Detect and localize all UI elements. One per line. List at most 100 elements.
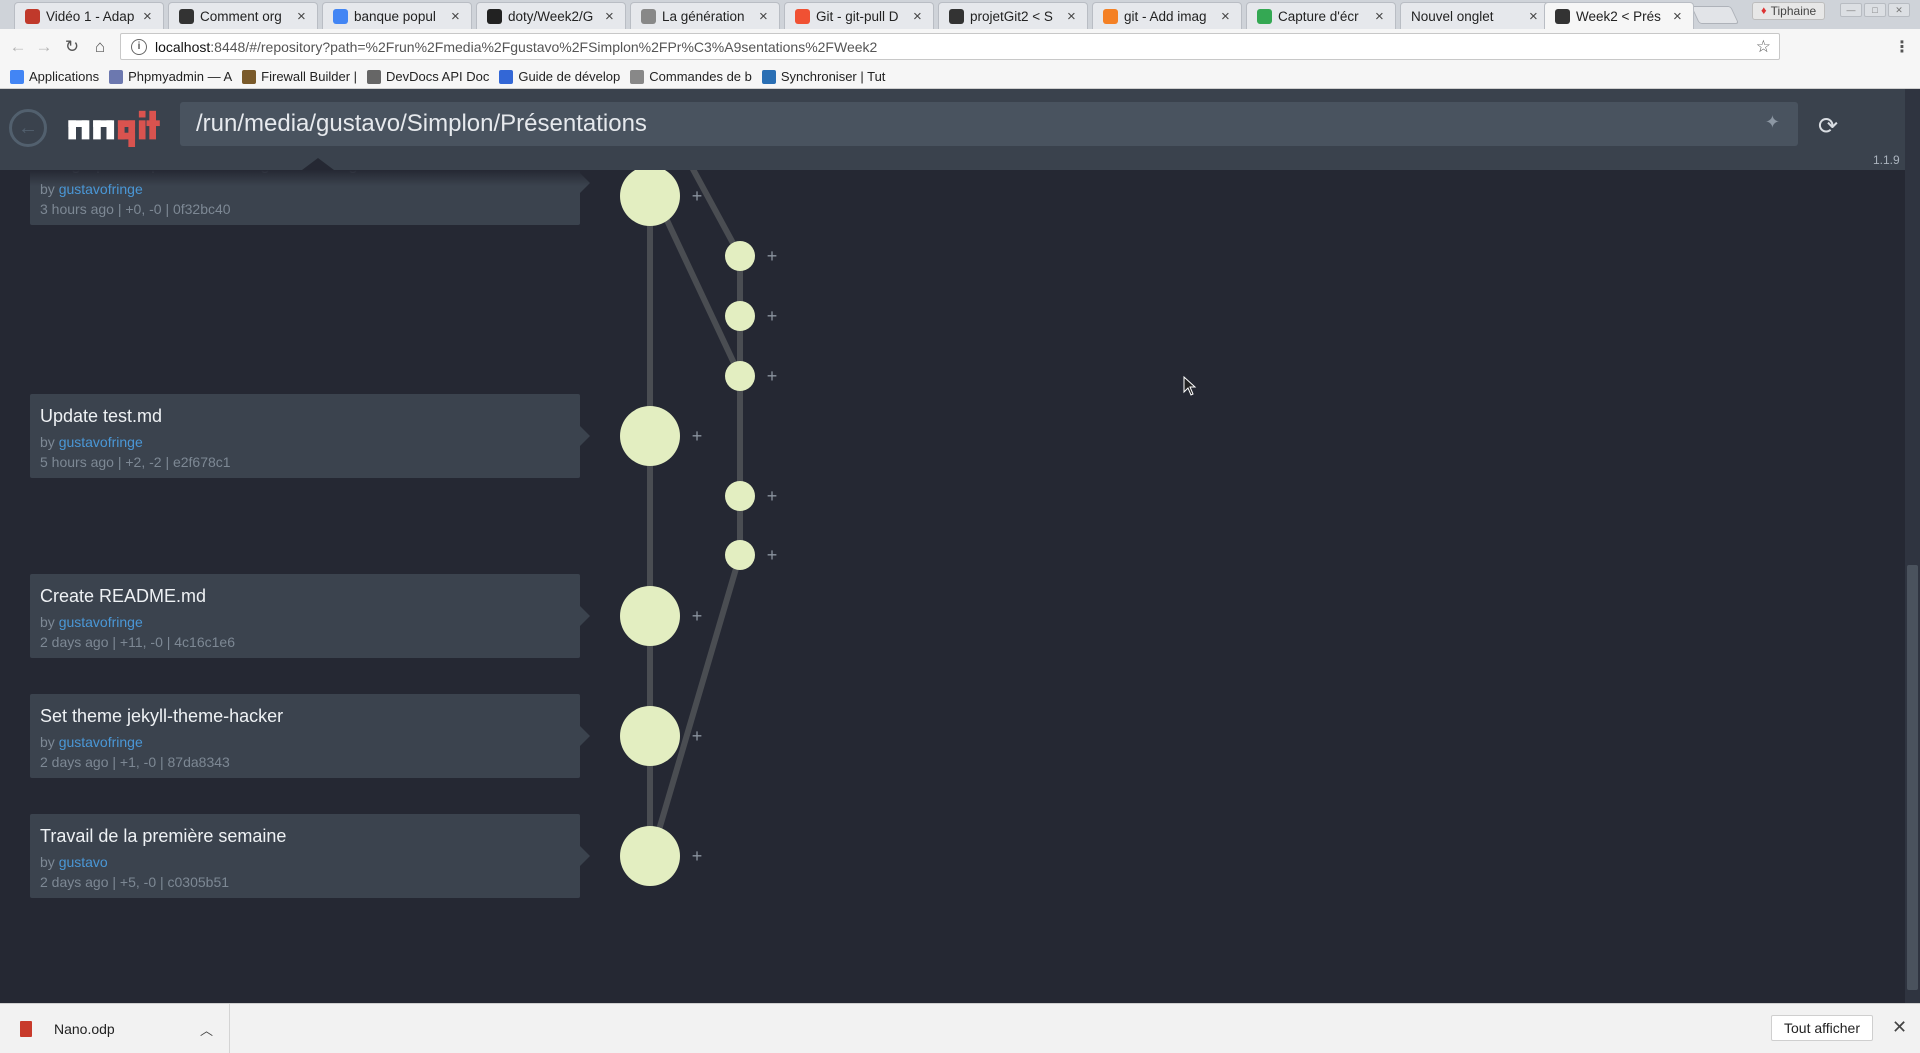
bookmark-item[interactable]: Firewall Builder | xyxy=(242,69,357,84)
tab-close-icon[interactable]: × xyxy=(1375,9,1387,24)
bookmark-icon xyxy=(367,69,382,84)
refresh-button[interactable]: ⟳ xyxy=(1812,110,1844,142)
bookmark-item[interactable]: Commandes de b xyxy=(630,69,752,84)
reload-icon[interactable]: ↻ xyxy=(60,35,84,59)
commit-node[interactable] xyxy=(620,406,680,466)
bookmark-icon xyxy=(630,69,645,84)
add-branch-plus-icon[interactable]: + xyxy=(767,545,778,565)
bookmark-icon xyxy=(242,69,257,84)
add-branch-plus-icon[interactable]: + xyxy=(692,426,703,446)
tab[interactable]: La génération × xyxy=(630,2,780,29)
drive-icon xyxy=(1257,8,1272,24)
tab[interactable]: banque popul × xyxy=(322,2,472,29)
back-arrow-icon[interactable]: ← xyxy=(6,35,30,59)
ungit-header: ← /run/media/gustavo/Simplon/Présentatio… xyxy=(0,89,1905,170)
add-branch-plus-icon[interactable]: + xyxy=(692,606,703,626)
address-bar[interactable]: i localhost :8448/#/repository?path=%2Fr… xyxy=(120,33,1780,60)
browser-toolbar: ← → ↻ ⌂ i localhost :8448/#/repository?p… xyxy=(0,29,1920,65)
tab[interactable]: Git - git-pull D × xyxy=(784,2,934,29)
show-all-downloads-button[interactable]: Tout afficher xyxy=(1771,1015,1874,1041)
add-branch-plus-icon[interactable]: + xyxy=(692,186,703,206)
branch-edge xyxy=(690,170,743,258)
bookmark-item[interactable]: Guide de dévelop xyxy=(499,69,620,84)
bookmark-item[interactable]: Phpmyadmin — A xyxy=(109,69,232,84)
bookmark-label: Commandes de b xyxy=(649,69,752,84)
tab[interactable]: git - Add imag × xyxy=(1092,2,1242,29)
tab-close-icon[interactable]: × xyxy=(451,9,463,24)
add-branch-plus-icon[interactable]: + xyxy=(692,846,703,866)
commit-node-small[interactable] xyxy=(725,241,755,271)
shield-icon xyxy=(25,8,40,24)
download-shelf: Nano.odp ︿ Tout afficher ✕ xyxy=(0,1003,1920,1053)
tab-title: Capture d'écr xyxy=(1278,8,1359,24)
commit-node-small[interactable] xyxy=(725,481,755,511)
repository-path: /run/media/gustavo/Simplon/Présentations xyxy=(196,110,647,137)
github-icon xyxy=(487,8,502,24)
site-info-icon[interactable]: i xyxy=(131,38,147,55)
google-icon xyxy=(333,8,348,24)
document-icon xyxy=(20,1021,32,1037)
commit-node-small[interactable] xyxy=(725,361,755,391)
commit-graph-area: Merge pull request #2 from gustavofringe… xyxy=(0,170,1905,1003)
tab[interactable]: Vidéo 1 - Adap × xyxy=(14,2,164,29)
tab-close-icon[interactable]: × xyxy=(1529,9,1541,24)
add-branch-plus-icon[interactable]: + xyxy=(767,366,778,386)
bookmark-item[interactable]: DevDocs API Doc xyxy=(367,69,489,84)
back-button[interactable]: ← xyxy=(9,109,47,147)
tab[interactable]: projetGit2 < S × xyxy=(938,2,1088,29)
bookmark-item[interactable]: Synchroniser | Tut xyxy=(761,69,886,84)
git-icon xyxy=(795,8,810,24)
tab-close-icon[interactable]: × xyxy=(605,9,617,24)
tab[interactable]: Capture d'écr × xyxy=(1246,2,1396,29)
maximize-icon[interactable]: □ xyxy=(1864,3,1886,17)
bookmark-label: Applications xyxy=(29,69,100,84)
commit-node-small[interactable] xyxy=(725,301,755,331)
stackoverflow-icon xyxy=(1103,8,1118,24)
download-item[interactable]: Nano.odp ︿ xyxy=(0,1004,230,1053)
tab-close-icon[interactable]: × xyxy=(759,9,771,24)
profile-button[interactable]: ♦ Tiphaine xyxy=(1752,2,1826,20)
tab[interactable]: Week2 < Prés × xyxy=(1544,2,1694,29)
home-icon[interactable]: ⌂ xyxy=(88,35,112,59)
new-tab-button[interactable] xyxy=(1690,6,1740,24)
commit-node[interactable] xyxy=(620,586,680,646)
tab-title: doty/Week2/G xyxy=(508,8,594,24)
chevron-up-icon[interactable]: ︿ xyxy=(200,1020,213,1039)
scrollbar-thumb[interactable] xyxy=(1907,565,1918,990)
tab-close-icon[interactable]: × xyxy=(143,9,155,24)
version-label: 1.1.9 xyxy=(1873,153,1900,167)
add-plus-icon[interactable]: ✦ xyxy=(1765,112,1780,133)
browser-menu-icon[interactable]: ⋮ xyxy=(1894,37,1910,57)
add-branch-plus-icon[interactable]: + xyxy=(767,306,778,326)
tab-close-icon[interactable]: × xyxy=(297,9,309,24)
url-host: localhost xyxy=(155,38,211,55)
commit-node[interactable] xyxy=(620,706,680,766)
ungit-logo[interactable] xyxy=(66,107,166,147)
tab-close-icon[interactable]: × xyxy=(913,9,925,24)
minimize-icon[interactable]: — xyxy=(1840,3,1862,17)
bookmark-label: Phpmyadmin — A xyxy=(128,69,233,84)
commit-node-small[interactable] xyxy=(725,540,755,570)
tab[interactable]: Comment org × xyxy=(168,2,318,29)
bookmarks-bar: Applications Phpmyadmin — A Firewall Build… xyxy=(0,65,1920,89)
bookmark-star-icon[interactable]: ☆ xyxy=(1756,37,1771,57)
commit-node[interactable] xyxy=(620,170,680,226)
bookmark-label: Synchroniser | Tut xyxy=(780,69,886,84)
window-close-icon[interactable]: ✕ xyxy=(1888,3,1910,17)
tab[interactable]: doty/Week2/G × xyxy=(476,2,626,29)
tab-close-icon[interactable]: × xyxy=(1673,9,1685,24)
tab-close-icon[interactable]: × xyxy=(1221,9,1233,24)
add-branch-plus-icon[interactable]: + xyxy=(767,246,778,266)
bookmark-item[interactable]: Applications xyxy=(10,69,99,84)
repository-path-input[interactable]: /run/media/gustavo/Simplon/Présentations… xyxy=(180,102,1798,146)
close-icon[interactable]: ✕ xyxy=(1892,1017,1907,1038)
add-branch-plus-icon[interactable]: + xyxy=(767,486,778,506)
forward-arrow-icon[interactable]: → xyxy=(32,35,56,59)
commit-node[interactable] xyxy=(620,826,680,886)
refresh-icon: ⟳ xyxy=(1817,112,1839,140)
tab-title: La génération xyxy=(662,8,745,24)
tab-close-icon[interactable]: × xyxy=(1067,9,1079,24)
bookmark-icon xyxy=(109,69,124,84)
add-branch-plus-icon[interactable]: + xyxy=(692,726,703,746)
tab[interactable]: Nouvel onglet × xyxy=(1400,2,1550,29)
